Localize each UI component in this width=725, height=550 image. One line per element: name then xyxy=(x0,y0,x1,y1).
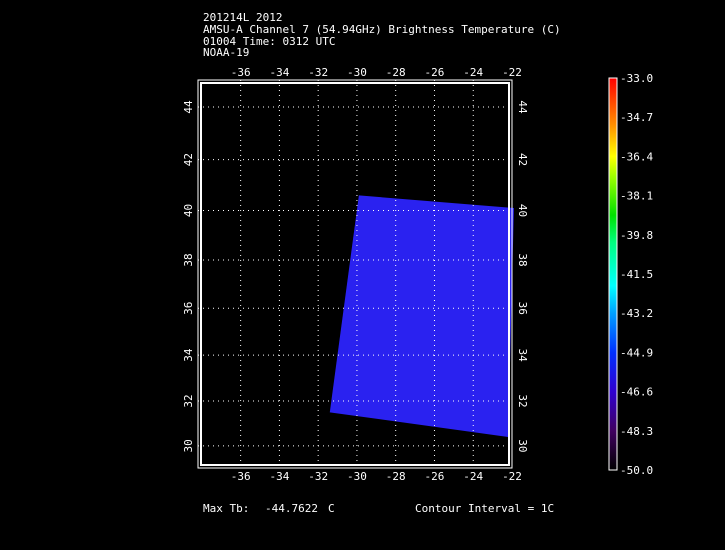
colorbar-label: -39.8 xyxy=(620,229,653,242)
x-tick-label-bottom: -36 xyxy=(231,470,251,483)
colorbar-label: -34.7 xyxy=(620,111,653,124)
y-tick-label-left: 40 xyxy=(182,204,195,217)
y-tick-label-right: 40 xyxy=(516,204,529,217)
y-tick-label-left: 44 xyxy=(182,100,195,114)
y-tick-label-right: 36 xyxy=(516,302,529,315)
y-tick-label-left: 34 xyxy=(182,348,195,362)
colorbar-label: -48.3 xyxy=(620,425,653,438)
y-tick-label-left: 32 xyxy=(182,394,195,407)
colorbar-label: -33.0 xyxy=(620,72,653,85)
x-tick-label-top: -36 xyxy=(231,66,251,79)
y-tick-label-right: 34 xyxy=(516,349,529,363)
plot-window: 201214L 2012 AMSU-A Channel 7 (54.94GHz)… xyxy=(0,0,725,550)
x-tick-label-top: -26 xyxy=(425,66,445,79)
x-tick-label-bottom: -34 xyxy=(269,470,289,483)
x-tick-label-bottom: -30 xyxy=(347,470,367,483)
x-tick-label-bottom: -28 xyxy=(386,470,406,483)
max-tb-value: -44.7622 xyxy=(265,502,318,515)
y-tick-label-right: 44 xyxy=(516,100,529,114)
x-tick-label-bottom: -26 xyxy=(425,470,445,483)
y-tick-label-right: 30 xyxy=(516,439,529,452)
x-tick-label-top: -32 xyxy=(308,66,328,79)
y-tick-label-left: 36 xyxy=(182,302,195,315)
colorbar-label: -38.1 xyxy=(620,190,653,203)
map-chart: -36 -36 -34 -34 -32 -32 -30 -30 -28 -28 -26 -26 -24 -… xyxy=(182,66,653,483)
y-tick-label-right: 32 xyxy=(516,394,529,407)
x-tick-label-top: -24 xyxy=(463,66,483,79)
colorbar-label: -36.4 xyxy=(620,150,653,163)
y-tick-label-right: 42 xyxy=(516,153,529,166)
y-tick-label-right: 38 xyxy=(516,253,529,266)
y-tick-label-left: 42 xyxy=(182,153,195,166)
colorbar-label: -41.5 xyxy=(620,268,653,281)
x-tick-label-top: -30 xyxy=(347,66,367,79)
x-tick-label-bottom: -24 xyxy=(463,470,483,483)
colorbar-label: -44.9 xyxy=(620,346,653,359)
y-tick-label-left: 30 xyxy=(182,439,195,452)
max-tb-unit: C xyxy=(328,502,335,515)
x-tick-label-top: -34 xyxy=(269,66,289,79)
max-tb-label: Max Tb: xyxy=(203,502,250,515)
x-tick-label-top: -22 xyxy=(502,66,522,79)
colorbar-label: -43.2 xyxy=(620,307,653,320)
colorbar xyxy=(608,77,618,471)
x-tick-label-bottom: -22 xyxy=(502,470,522,483)
contour-interval: Contour Interval = 1C xyxy=(415,502,555,515)
x-tick-label-bottom: -32 xyxy=(308,470,328,483)
x-tick-label-top: -28 xyxy=(386,66,406,79)
y-tick-label-left: 38 xyxy=(182,253,195,266)
colorbar-label: -46.6 xyxy=(620,386,653,399)
colorbar-label: -50.0 xyxy=(620,464,653,477)
